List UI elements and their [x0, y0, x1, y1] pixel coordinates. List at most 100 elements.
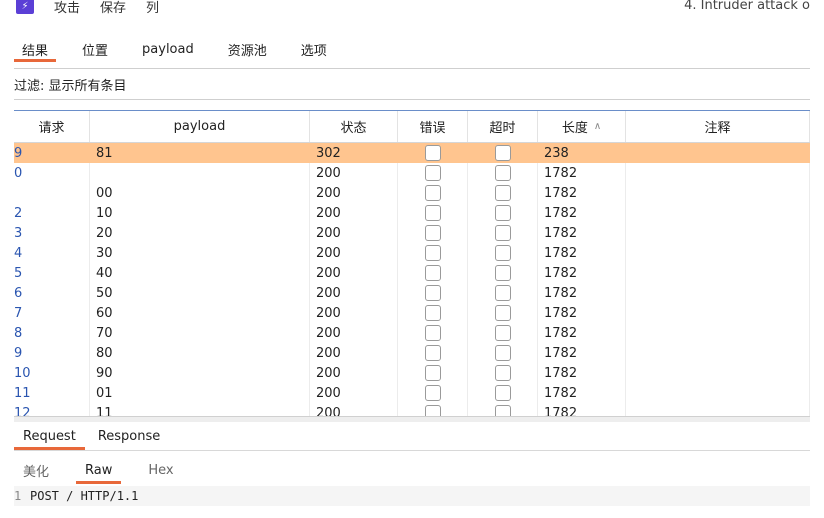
- checkbox[interactable]: [494, 325, 511, 341]
- table-row[interactable]: 9 81 302 238: [14, 143, 810, 163]
- cell-status: 200: [310, 303, 398, 323]
- view-tabs: 美化 Raw Hex: [14, 456, 810, 484]
- menu-columns[interactable]: 列: [146, 0, 159, 16]
- menu-save[interactable]: 保存: [100, 0, 126, 16]
- checkbox[interactable]: [424, 205, 441, 221]
- table-row[interactable]: 2 10 200 1782: [14, 203, 810, 223]
- request-editor[interactable]: 1 POST / HTTP/1.1: [14, 486, 810, 506]
- cell-length: 1782: [538, 343, 626, 363]
- checkbox[interactable]: [494, 385, 511, 401]
- cell-status: 200: [310, 283, 398, 303]
- checkbox[interactable]: [424, 225, 441, 241]
- checkbox[interactable]: [424, 245, 441, 261]
- checkbox[interactable]: [494, 205, 511, 221]
- table-row[interactable]: 00 200 1782: [14, 183, 810, 203]
- cell-length: 238: [544, 145, 569, 161]
- cell-request: 11: [14, 383, 90, 403]
- table-row[interactable]: 5 40 200 1782: [14, 263, 810, 283]
- tab-resource-pool[interactable]: 资源池: [220, 34, 275, 64]
- checkbox[interactable]: [494, 165, 511, 181]
- cell-request: 8: [14, 323, 90, 343]
- table-header: 请求 payload 状态 错误 超时 长度 ∧ 注释: [14, 111, 810, 143]
- checkbox[interactable]: [424, 345, 441, 361]
- table-row[interactable]: 3 20 200 1782: [14, 223, 810, 243]
- tab-request[interactable]: Request: [14, 423, 85, 450]
- checkbox[interactable]: [494, 405, 511, 416]
- table-row[interactable]: 6 50 200 1782: [14, 283, 810, 303]
- table-row[interactable]: 4 30 200 1782: [14, 243, 810, 263]
- table-row[interactable]: 10 90 200 1782: [14, 363, 810, 383]
- checkbox[interactable]: [494, 345, 511, 361]
- checkbox[interactable]: [494, 185, 511, 201]
- tab-positions[interactable]: 位置: [74, 34, 116, 64]
- column-header-timeout[interactable]: 超时: [468, 111, 538, 142]
- cell-timeout: [468, 363, 538, 383]
- table-row[interactable]: 9 80 200 1782: [14, 343, 810, 363]
- cell-error: [398, 383, 468, 403]
- checkbox[interactable]: [494, 245, 511, 261]
- main-tabs: 结果 位置 payload 资源池 选项: [14, 34, 810, 64]
- cell-status: 200: [310, 323, 398, 343]
- cell-payload: 90: [90, 363, 310, 383]
- cell-request: 6: [14, 283, 90, 303]
- checkbox[interactable]: [424, 325, 441, 341]
- checkbox[interactable]: [424, 405, 441, 416]
- table-row[interactable]: 11 01 200 1782: [14, 383, 810, 403]
- column-header-status[interactable]: 状态: [310, 111, 398, 142]
- cell-length: 1782: [538, 363, 626, 383]
- checkbox[interactable]: [424, 265, 441, 281]
- column-header-payload[interactable]: payload: [90, 111, 310, 142]
- cell-status: 200: [310, 243, 398, 263]
- checkbox[interactable]: [424, 185, 441, 201]
- cell-length: 1782: [538, 183, 626, 203]
- checkbox[interactable]: [494, 305, 511, 321]
- cell-timeout: [468, 343, 538, 363]
- cell-length: 1782: [538, 323, 626, 343]
- table-row[interactable]: 7 60 200 1782: [14, 303, 810, 323]
- cell-payload: 50: [90, 283, 310, 303]
- checkbox[interactable]: [424, 385, 441, 401]
- checkbox[interactable]: [494, 265, 511, 281]
- column-header-length[interactable]: 长度 ∧: [538, 111, 626, 142]
- tab-response[interactable]: Response: [89, 423, 169, 450]
- pane-splitter[interactable]: [14, 416, 810, 422]
- menu-bar: ⚡ 攻击 保存 列 4. Intruder attack o: [14, 0, 810, 18]
- checkbox[interactable]: [494, 225, 511, 241]
- checkbox[interactable]: [424, 285, 441, 301]
- menu-attack[interactable]: 攻击: [54, 0, 80, 16]
- cell-timeout: [468, 283, 538, 303]
- cell-status: 200: [310, 403, 398, 416]
- checkbox[interactable]: [424, 165, 441, 181]
- checkbox[interactable]: [424, 305, 441, 321]
- table-row[interactable]: 12 11 200 1782: [14, 403, 810, 416]
- cell-payload: 10: [90, 203, 310, 223]
- tab-raw[interactable]: Raw: [76, 456, 122, 484]
- table-row[interactable]: 8 70 200 1782: [14, 323, 810, 343]
- cell-request: 9: [14, 343, 90, 363]
- table-row[interactable]: 0 200 1782: [14, 163, 810, 183]
- tab-results[interactable]: 结果: [14, 34, 57, 64]
- cell-comment: [626, 363, 810, 383]
- checkbox[interactable]: [494, 145, 511, 161]
- cell-length: 1782: [538, 383, 626, 403]
- tab-options[interactable]: 选项: [293, 34, 335, 64]
- cell-comment: [626, 303, 810, 323]
- cell-comment: [626, 223, 810, 243]
- checkbox[interactable]: [424, 145, 441, 161]
- cell-timeout: [468, 163, 538, 183]
- column-label: payload: [173, 119, 226, 134]
- tab-pretty[interactable]: 美化: [14, 456, 58, 484]
- tab-hex[interactable]: Hex: [139, 456, 182, 484]
- cell-error: [398, 403, 468, 416]
- filter-bar[interactable]: 过滤: 显示所有条目: [14, 68, 810, 100]
- cell-payload: 11: [90, 403, 310, 416]
- cell-comment: [626, 323, 810, 343]
- checkbox[interactable]: [424, 365, 441, 381]
- column-label: 注释: [704, 121, 731, 136]
- column-header-comment[interactable]: 注释: [626, 111, 810, 142]
- column-header-request[interactable]: 请求: [14, 111, 90, 142]
- checkbox[interactable]: [494, 365, 511, 381]
- column-header-error[interactable]: 错误: [398, 111, 468, 142]
- tab-payloads[interactable]: payload: [134, 34, 202, 64]
- checkbox[interactable]: [494, 285, 511, 301]
